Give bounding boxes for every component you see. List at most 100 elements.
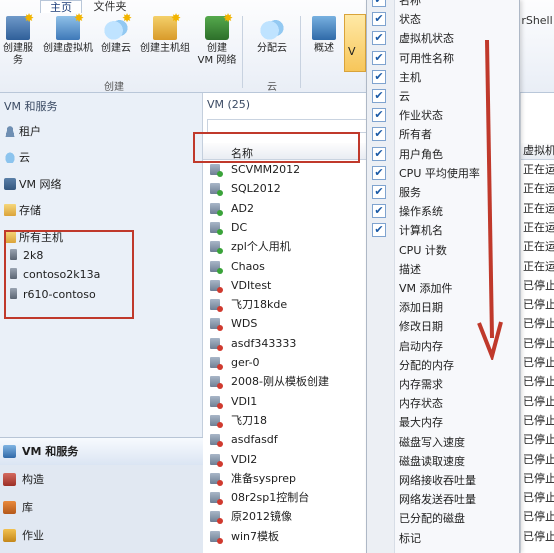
menu-item-label: 虚拟机状态 [399, 32, 454, 46]
assign-cloud-label: 分配云 [257, 43, 287, 54]
workspace-label: VM 和服务 [22, 445, 79, 458]
vm-stopped-icon [210, 414, 223, 428]
menu-item-label: 云 [399, 90, 410, 103]
vm-status-cell: 已停止 [523, 433, 554, 447]
workspace-label: 库 [22, 501, 33, 514]
vm-status-cell: 已停止 [523, 394, 554, 408]
create-service-button[interactable]: ✸ 创建服务 [0, 12, 36, 67]
table-row[interactable]: VDI1 [203, 392, 391, 411]
vm-status-cell: 正在运 [523, 163, 554, 176]
checkmark-icon: ✔ [372, 127, 386, 142]
table-row[interactable]: WDS [203, 314, 391, 333]
nav-item-vm-networks[interactable]: VM 网络 [4, 177, 62, 193]
menu-item-column[interactable]: 磁盘写入速度 [367, 433, 521, 452]
create-vm-button[interactable]: ✸ 创建虚拟机 [40, 12, 96, 55]
create-service-label: 创建服务 [3, 43, 33, 66]
search-input[interactable] [207, 119, 391, 133]
table-row[interactable]: SQL2012 [203, 179, 391, 198]
checkmark-icon: ✔ [372, 12, 386, 27]
table-row[interactable]: 08r2sp1控制台 [203, 488, 391, 507]
vm-stopped-icon [210, 376, 223, 390]
assign-cloud-button[interactable]: 分配云 [250, 16, 294, 55]
menu-item-label: CPU 计数 [399, 243, 447, 257]
overview-button[interactable]: 概述 [306, 16, 342, 55]
vm-name: WDS [231, 317, 258, 331]
group-label-create: 创建 [104, 82, 124, 93]
menu-item-column[interactable]: 内存状态 [367, 394, 521, 413]
menu-item-label: 磁盘读取速度 [399, 454, 465, 468]
vm-stopped-icon [210, 511, 223, 525]
vm-status-cell: 已停止 [523, 356, 554, 369]
vm-status-cell: 已停止 [523, 298, 554, 312]
checkmark-icon: ✔ [372, 89, 386, 103]
menu-item-column[interactable]: 网络接收吞吐量 [367, 471, 521, 490]
create-cloud-button[interactable]: ✸ 创建云 [98, 12, 134, 55]
new-star-icon: ✸ [23, 11, 34, 25]
menu-item-column[interactable]: 标记 [367, 529, 521, 548]
column-header-vm-state[interactable]: 虚拟机 [521, 143, 554, 160]
table-row[interactable]: win7模板 [203, 527, 391, 546]
table-row[interactable]: DC [203, 218, 391, 237]
cloud-icon: ✸ [104, 12, 132, 40]
table-row[interactable]: AD2 [203, 199, 391, 218]
menu-item-label: 主机 [399, 70, 421, 84]
vm-name: 2008-刚从模板创建 [231, 375, 329, 389]
table-row[interactable]: SCVMM2012 [203, 160, 391, 179]
vm-name: win7模板 [231, 529, 280, 543]
menu-item-label: 作业状态 [399, 109, 443, 123]
nav-item-clouds[interactable]: 云 [4, 150, 30, 166]
nav-item-storage[interactable]: 存储 [4, 203, 41, 219]
tab-powershell[interactable]: rShell [520, 14, 554, 27]
menu-item-label: 网络发送吞吐量 [399, 493, 476, 507]
workspace-library[interactable]: 库 [0, 494, 203, 521]
table-row[interactable]: asdf343333 [203, 334, 391, 353]
menu-item-label: 启动内存 [399, 339, 443, 353]
create-vm-network-button[interactable]: ✸ 创建 VM 网络 [196, 12, 238, 67]
menu-item-label: 用户角色 [399, 147, 443, 161]
create-host-group-button[interactable]: ✸ 创建主机组 [136, 12, 194, 55]
vm-status-cell: 已停止 [523, 452, 554, 466]
menu-item-column[interactable]: 网络发送吞吐量 [367, 490, 521, 509]
workspace-fabric[interactable]: 构造 [0, 466, 203, 493]
menu-item-column[interactable]: ✔ 名称 [367, 0, 521, 10]
table-row[interactable]: 飞刀18 [203, 411, 391, 430]
table-row[interactable]: asdfasdf [203, 430, 391, 449]
vms-view-button[interactable]: V [344, 14, 366, 72]
menu-item-label: 修改日期 [399, 320, 443, 334]
service-icon: ✸ [6, 12, 34, 40]
vm-name: VDI1 [231, 394, 258, 408]
table-row[interactable]: 2008-刚从模板创建 [203, 372, 391, 391]
menu-item-column[interactable]: 最大内存 [367, 413, 521, 432]
nav-item-tenants[interactable]: 租户 [4, 124, 41, 140]
new-star-icon: ✸ [222, 11, 233, 25]
menu-item-column[interactable]: 磁盘读取速度 [367, 452, 521, 471]
nav-title: VM 和服务 [4, 100, 58, 113]
menu-item-column[interactable]: 已分配的磁盘 [367, 509, 521, 528]
menu-item-column[interactable]: ✔ 状态 [367, 10, 521, 29]
table-row[interactable]: VDI2 [203, 450, 391, 469]
checkmark-icon: ✔ [372, 165, 386, 180]
vm-stopped-icon [210, 299, 223, 313]
table-row[interactable]: zpl个人用机 [203, 237, 391, 256]
table-row[interactable]: VDItest [203, 276, 391, 295]
annotation-box [4, 230, 134, 319]
menu-item-label: 状态 [399, 13, 421, 27]
table-row[interactable]: 原2012镜像 [203, 507, 391, 526]
workspace-vms-and-services[interactable]: VM 和服务 [0, 438, 203, 465]
checkmark-icon: ✔ [372, 31, 386, 46]
table-row[interactable]: ger-0 [203, 353, 391, 372]
workspace-label: 构造 [22, 473, 44, 486]
create-vm-label: 创建虚拟机 [43, 43, 93, 54]
menu-item-label: VM 添加件 [399, 282, 453, 295]
vm-stopped-icon [210, 492, 223, 506]
table-row[interactable]: Chaos [203, 257, 391, 276]
table-row[interactable]: 飞刀18kde [203, 295, 391, 314]
workspace-jobs[interactable]: 作业 [0, 522, 203, 549]
menu-item-column[interactable]: 内存需求 [367, 375, 521, 394]
menu-item-label: 名称 [399, 0, 421, 7]
vm-stopped-icon [210, 530, 223, 544]
checkmark-icon: ✔ [372, 0, 386, 7]
vm-icon: ✸ [56, 12, 84, 40]
table-row[interactable]: 准备sysprep [203, 469, 391, 488]
fabric-icon [3, 473, 16, 486]
